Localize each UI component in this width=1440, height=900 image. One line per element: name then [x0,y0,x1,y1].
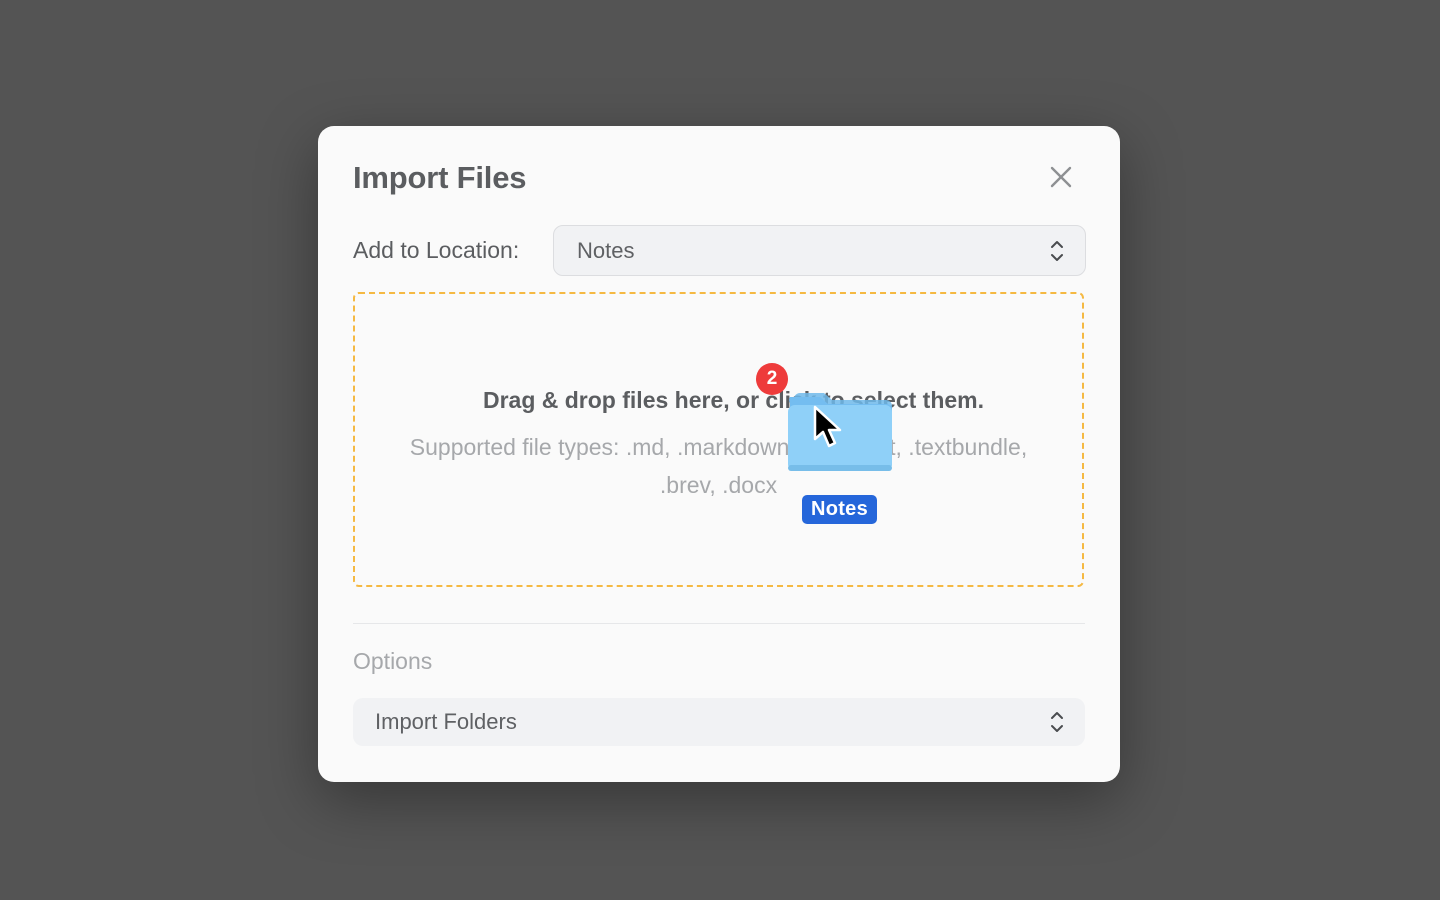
options-heading: Options [353,648,433,674]
import-folders-select[interactable]: Import Folders [353,698,1085,746]
dialog-title: Import Files [353,160,527,195]
location-select[interactable]: Notes [553,225,1086,276]
close-icon [1050,166,1072,188]
divider [353,623,1085,624]
supported-types-line-1: Supported file types: .md, .markdown, .h… [409,434,1028,460]
file-dropzone[interactable]: Drag & drop files here, or click to sele… [353,292,1084,587]
up-down-chevron-icon [1051,712,1063,732]
supported-types-line-2: .brev, .docx [659,472,778,498]
dropzone-title: Drag & drop files here, or click to sele… [482,387,985,413]
drag-item-label: Notes [802,495,877,524]
up-down-chevron-icon [1051,240,1063,261]
drag-count-badge: 2 [756,363,788,395]
pointer-cursor-icon [813,405,842,448]
dropzone-supported-types: Supported file types: .md, .markdown, .h… [365,428,1072,504]
import-folders-select-value: Import Folders [375,709,517,734]
import-files-dialog: Import Files Add to Location: Notes Drag… [318,126,1120,782]
close-button[interactable] [1046,162,1076,192]
location-select-value: Notes [577,237,635,263]
location-label: Add to Location: [353,237,520,263]
